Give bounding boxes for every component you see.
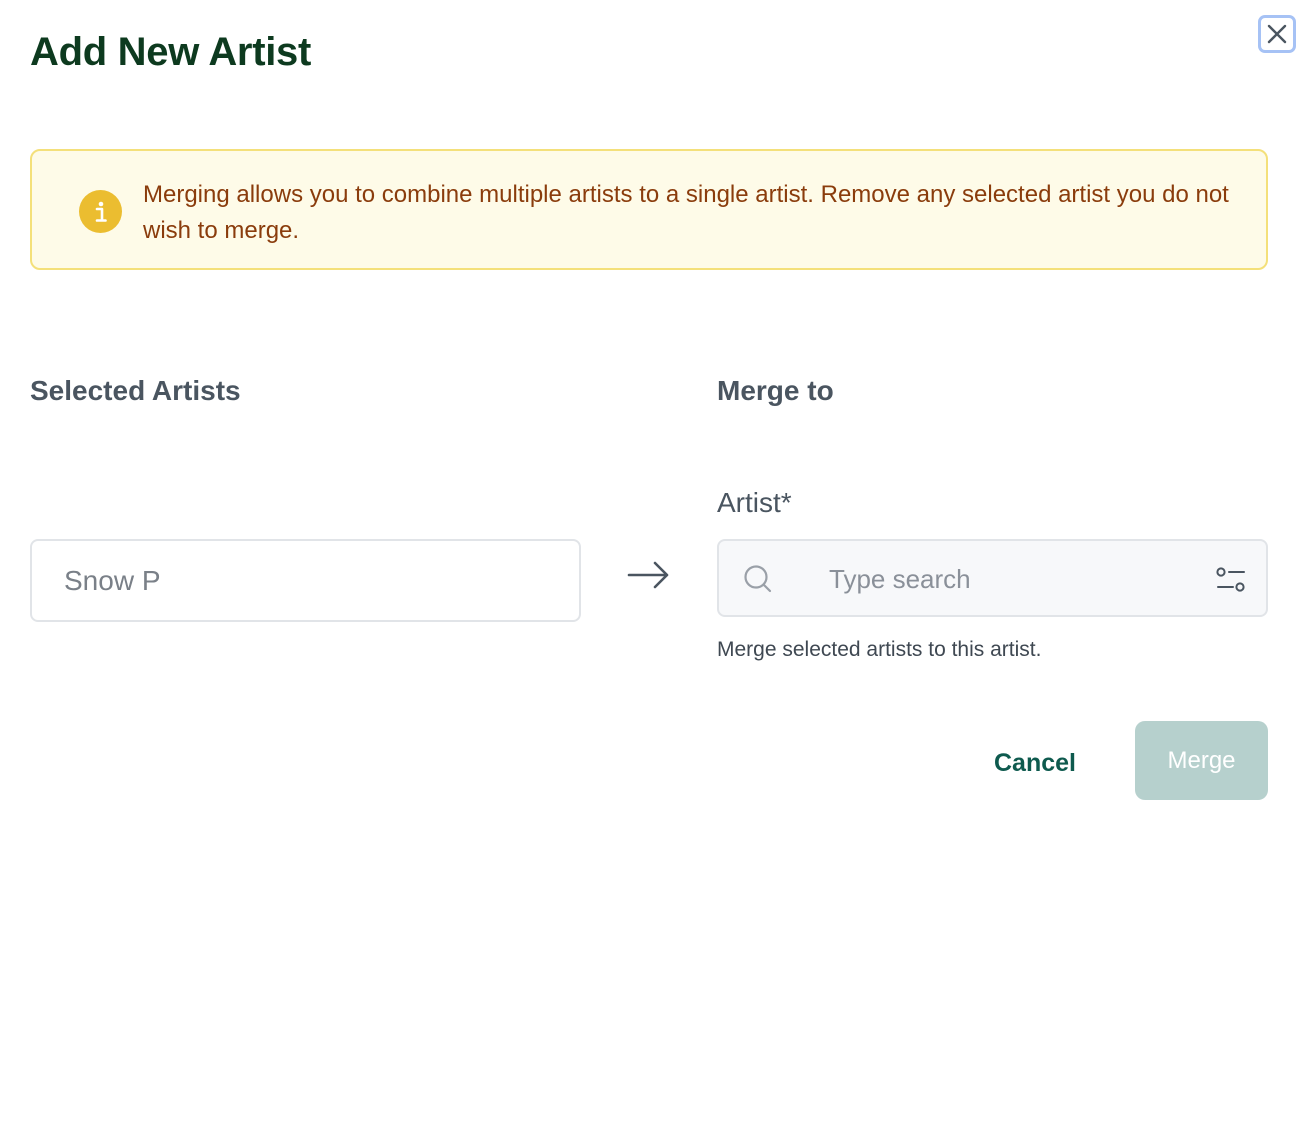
alert-message: Merging allows you to combine multiple a… xyxy=(143,181,1229,244)
merge-helper-text: Merge selected artists to this artist. xyxy=(717,638,1042,661)
filter-icon[interactable] xyxy=(1215,565,1247,595)
merge-button[interactable]: Merge xyxy=(1135,721,1268,800)
add-new-artist-modal: Add New Artist Merging allows you to com… xyxy=(0,0,1312,1136)
info-icon xyxy=(79,190,122,233)
close-icon xyxy=(1267,24,1287,44)
artist-search-input[interactable] xyxy=(829,561,1189,597)
artist-search-field xyxy=(717,539,1268,617)
modal-title: Add New Artist xyxy=(30,30,311,74)
close-button[interactable] xyxy=(1258,15,1296,53)
merge-info-alert: Merging allows you to combine multiple a… xyxy=(30,149,1268,270)
selected-artist-item[interactable]: Snow P xyxy=(30,539,581,622)
artist-field-label: Artist* xyxy=(717,487,792,518)
cancel-button[interactable]: Cancel xyxy=(985,740,1085,786)
merge-to-heading: Merge to xyxy=(717,375,834,406)
selected-artist-name: Snow P xyxy=(64,565,161,596)
arrow-right-icon xyxy=(627,561,669,589)
search-icon xyxy=(744,565,772,593)
selected-artists-heading: Selected Artists xyxy=(30,375,241,406)
